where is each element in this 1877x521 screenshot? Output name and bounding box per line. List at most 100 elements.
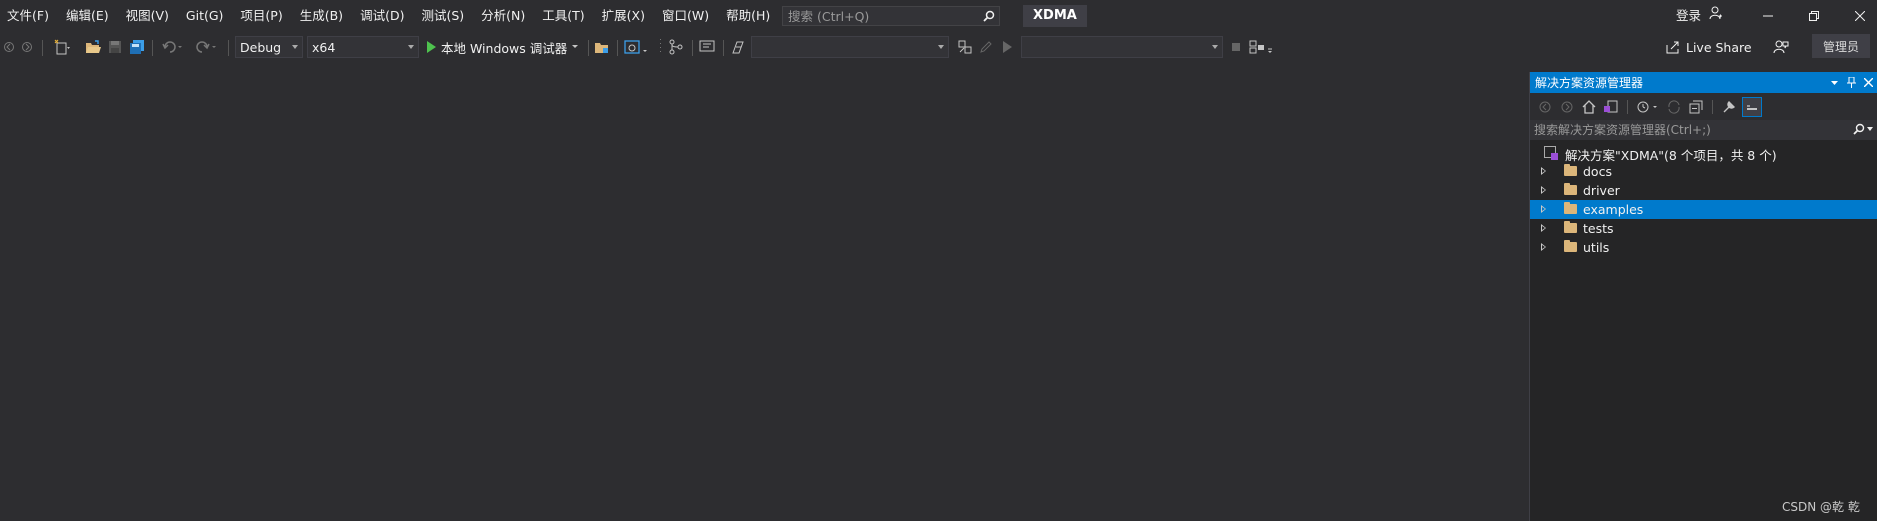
close-icon[interactable] <box>1864 78 1873 87</box>
quick-find-icon[interactable] <box>955 36 975 58</box>
start-debugging-button[interactable]: 本地 Windows 调试器 <box>426 36 580 58</box>
toolbar-separator <box>1627 99 1628 114</box>
menu-edit[interactable]: 编辑(E) <box>59 0 119 32</box>
collapse-all-icon[interactable] <box>1687 98 1705 116</box>
open-file-icon[interactable] <box>84 36 102 58</box>
properties-icon[interactable] <box>1720 98 1738 116</box>
solution-explorer-search[interactable] <box>1530 120 1877 140</box>
toolbar-separator <box>617 40 618 56</box>
chevron-down-icon[interactable] <box>1831 80 1839 86</box>
solution-node[interactable]: 解决方案"XDMA"(8 个项目，共 8 个) <box>1530 143 1877 163</box>
chevron-down-icon <box>1212 45 1218 49</box>
toolbar-separator <box>152 40 153 56</box>
login-label[interactable]: 登录 <box>1676 0 1701 32</box>
folder-icon <box>1564 183 1577 195</box>
navigate-back-icon[interactable] <box>2 36 16 58</box>
user-icon[interactable] <box>1709 0 1723 32</box>
live-share-button[interactable]: Live Share <box>1666 36 1752 58</box>
search-icon[interactable] <box>1853 123 1873 135</box>
menu-project[interactable]: 项目(P) <box>233 0 292 32</box>
solution-configuration-dropdown[interactable]: Debug <box>235 36 303 58</box>
toolbar-grip[interactable] <box>658 36 662 58</box>
navigate-forward-icon[interactable] <box>20 36 34 58</box>
menu-tools[interactable]: 工具(T) <box>535 0 594 32</box>
tree-folder-driver[interactable]: driver <box>1530 181 1877 200</box>
login-area[interactable]: 登录 <box>1676 0 1723 32</box>
open-folder-icon[interactable] <box>592 36 612 58</box>
expand-icon[interactable] <box>1541 243 1546 251</box>
restore-button[interactable] <box>1791 0 1837 32</box>
save-all-icon[interactable] <box>128 36 146 58</box>
search-icon[interactable] <box>979 6 999 26</box>
sync-icon[interactable] <box>1665 98 1683 116</box>
menu-window[interactable]: 窗口(W) <box>655 0 719 32</box>
new-project-icon[interactable] <box>50 36 74 58</box>
toolbar-separator <box>692 40 693 56</box>
back-icon[interactable] <box>1536 98 1554 116</box>
find-in-files-icon[interactable] <box>728 36 748 58</box>
close-window-button[interactable] <box>1837 0 1877 32</box>
pin-icon[interactable] <box>1847 77 1856 88</box>
menu-test[interactable]: 测试(S) <box>414 0 474 32</box>
menu-help[interactable]: 帮助(H) <box>719 0 780 32</box>
admin-badge[interactable]: 管理员 <box>1812 34 1870 58</box>
customize-toolbar-icon[interactable] <box>1247 36 1279 58</box>
folder-label: driver <box>1583 183 1620 198</box>
watermark: CSDN @乾 乾 <box>1782 500 1860 514</box>
tree-folder-examples[interactable]: examples <box>1530 200 1877 219</box>
find-combo[interactable] <box>751 36 949 58</box>
home-icon[interactable] <box>1580 98 1598 116</box>
menu-debug[interactable]: 调试(D) <box>353 0 414 32</box>
menu-view[interactable]: 视图(V) <box>119 0 179 32</box>
redo-icon[interactable] <box>194 36 220 58</box>
expand-icon[interactable] <box>1541 224 1546 232</box>
menu-analyze[interactable]: 分析(N) <box>474 0 535 32</box>
search-input[interactable] <box>788 8 979 24</box>
folder-icon <box>1564 221 1577 233</box>
solution-platform-dropdown[interactable]: x64 <box>307 36 419 58</box>
folder-label: utils <box>1583 240 1610 255</box>
toolbar-separator <box>228 40 229 56</box>
minimize-icon <box>1763 15 1773 17</box>
solution-explorer-title: 解决方案资源管理器 <box>1535 76 1644 90</box>
target-combo[interactable] <box>1021 36 1223 58</box>
expand-icon[interactable] <box>1541 186 1546 194</box>
menu-extensions[interactable]: 扩展(X) <box>595 0 655 32</box>
menu-file[interactable]: 文件(F) <box>0 0 59 32</box>
solution-explorer-titlebar[interactable]: 解决方案资源管理器 <box>1530 72 1877 93</box>
stop-icon[interactable] <box>1229 36 1243 58</box>
search-box[interactable] <box>782 6 1000 26</box>
pencil-icon[interactable] <box>977 36 995 58</box>
preview-selected-items-icon[interactable] <box>1742 96 1762 117</box>
menu-build[interactable]: 生成(B) <box>293 0 353 32</box>
git-changes-icon[interactable] <box>666 36 686 58</box>
play-disabled-icon[interactable] <box>999 36 1015 58</box>
editor-area <box>0 62 1529 521</box>
chevron-down-icon[interactable] <box>572 44 580 50</box>
tree-folder-tests[interactable]: tests <box>1530 219 1877 238</box>
solution-search-input[interactable] <box>1534 123 1877 137</box>
folder-label: examples <box>1583 202 1644 217</box>
folder-icon <box>1564 164 1577 176</box>
comment-icon[interactable] <box>697 36 717 58</box>
switch-views-icon[interactable] <box>1602 98 1620 116</box>
solution-icon <box>1544 146 1558 160</box>
save-icon[interactable] <box>106 36 124 58</box>
tree-folder-docs[interactable]: docs <box>1530 162 1877 181</box>
pending-changes-filter-icon[interactable] <box>1635 98 1661 116</box>
standard-toolbar: Debug x64 本地 Windows 调试器 Live Share <box>0 32 1877 62</box>
configuration-value: Debug <box>240 39 282 55</box>
chevron-down-icon <box>938 45 944 49</box>
minimize-button[interactable] <box>1745 0 1791 32</box>
expand-icon[interactable] <box>1541 205 1546 213</box>
feedback-icon[interactable] <box>1771 36 1791 58</box>
tree-folder-utils[interactable]: utils <box>1530 238 1877 257</box>
run-label: 本地 Windows 调试器 <box>441 40 568 56</box>
menu-git[interactable]: Git(G) <box>179 0 234 32</box>
expand-icon[interactable] <box>1541 167 1546 175</box>
forward-icon[interactable] <box>1558 98 1576 116</box>
solution-explorer-panel: 解决方案资源管理器 解决方案"XDMA"(8 个项目，共 8 个) <box>1529 72 1877 521</box>
undo-icon[interactable] <box>160 36 186 58</box>
chevron-down-icon <box>408 45 414 49</box>
browser-link-icon[interactable] <box>622 36 652 58</box>
